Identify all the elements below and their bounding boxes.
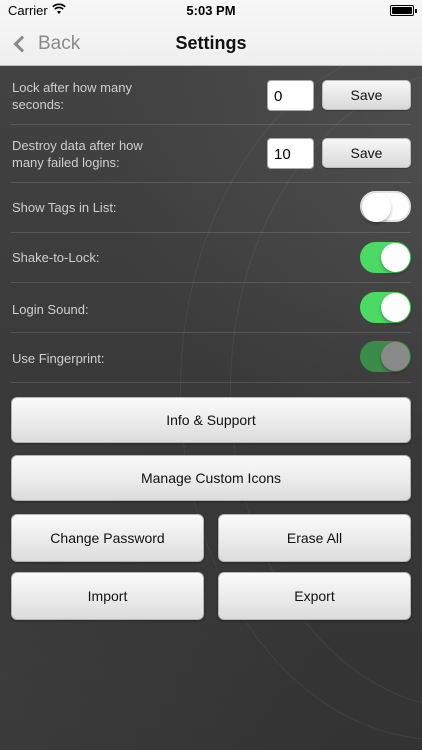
erase-all-button[interactable]: Erase All — [218, 514, 411, 562]
login-sound-row: Login Sound: — [11, 283, 411, 333]
lock-label-line2: seconds: — [12, 97, 65, 112]
battery-icon — [390, 5, 417, 16]
manage-custom-icons-button[interactable]: Manage Custom Icons — [11, 455, 411, 501]
page-title: Settings — [175, 33, 247, 53]
settings-screen: Carrier 5:03 PM Back Settings Lock after… — [0, 0, 422, 750]
destroy-data-label: Destroy data after how many failed login… — [12, 137, 143, 171]
login-sound-label: Login Sound: — [12, 302, 89, 317]
destroy-data-row: Destroy data after how many failed login… — [11, 125, 411, 183]
import-button[interactable]: Import — [11, 572, 204, 620]
status-time: 5:03 PM — [186, 3, 236, 18]
show-tags-toggle[interactable] — [360, 191, 411, 222]
lock-seconds-input[interactable]: 0 — [267, 80, 314, 111]
shake-to-lock-row: Shake-to-Lock: — [11, 233, 411, 283]
lock-save-button[interactable]: Save — [322, 80, 411, 110]
destroy-label-line2: many failed logins: — [12, 155, 120, 170]
change-password-button[interactable]: Change Password — [11, 514, 204, 562]
show-tags-row: Show Tags in List: — [11, 183, 411, 233]
login-sound-toggle[interactable] — [360, 292, 411, 323]
fingerprint-label: Use Fingerprint: — [12, 351, 105, 366]
shake-to-lock-label: Shake-to-Lock: — [12, 250, 100, 265]
shake-to-lock-toggle[interactable] — [360, 242, 411, 273]
destroy-label-line1: Destroy data after how — [12, 138, 143, 153]
fingerprint-row: Use Fingerprint: — [11, 333, 411, 383]
export-button[interactable]: Export — [218, 572, 411, 620]
destroy-save-button[interactable]: Save — [322, 138, 411, 168]
lock-seconds-label: Lock after how many seconds: — [12, 79, 132, 113]
lock-label-line1: Lock after how many — [12, 80, 132, 95]
lock-seconds-row: Lock after how many seconds: 0 Save — [11, 67, 411, 125]
info-support-button[interactable]: Info & Support — [11, 397, 411, 443]
fingerprint-toggle[interactable] — [360, 341, 411, 372]
failed-logins-input[interactable]: 10 — [267, 138, 314, 169]
navigation-bar: Carrier 5:03 PM Back Settings — [0, 0, 422, 66]
show-tags-label: Show Tags in List: — [12, 200, 117, 215]
divider — [11, 382, 411, 383]
status-bar: Carrier 5:03 PM — [0, 0, 422, 22]
